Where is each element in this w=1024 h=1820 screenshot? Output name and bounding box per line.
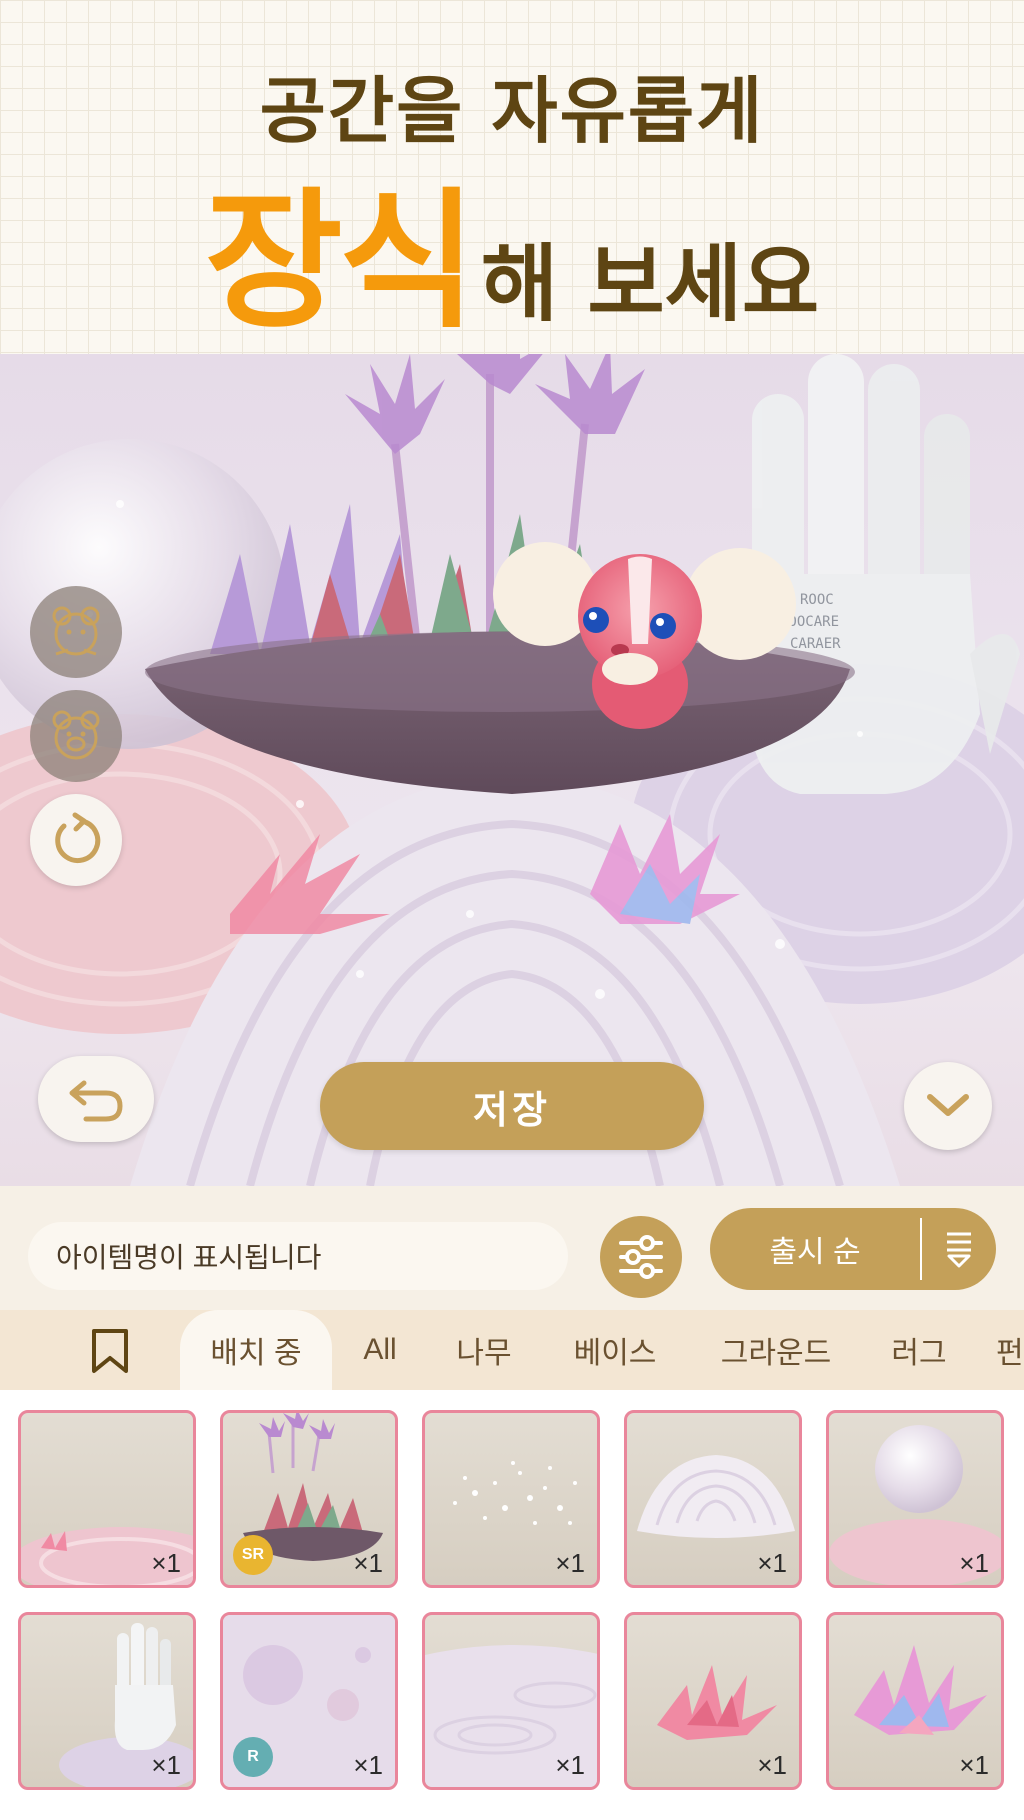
tab-all[interactable]: All bbox=[350, 1310, 410, 1390]
item-count: ×1 bbox=[555, 1750, 585, 1780]
bear-outline-icon bbox=[52, 710, 100, 760]
headline-rest: 해 보세요 bbox=[480, 235, 820, 333]
character-toggle-button[interactable] bbox=[30, 586, 122, 678]
rotate-icon bbox=[55, 812, 101, 864]
bookmark-tab[interactable] bbox=[90, 1328, 130, 1378]
item-name-display: 아이템명이 표시됩니다 bbox=[28, 1222, 568, 1290]
item-count: ×1 bbox=[959, 1750, 989, 1780]
item-count: ×1 bbox=[555, 1548, 585, 1578]
item-card[interactable]: ×1 bbox=[624, 1410, 802, 1588]
app-root: 공간을 자유롭게 장식해 보세요 ROOC MOOCARE CARAER 저장 … bbox=[0, 0, 1024, 1820]
sort-order-icon bbox=[947, 1232, 971, 1268]
item-card[interactable]: R ×1 bbox=[220, 1612, 398, 1790]
sort-order-toggle[interactable] bbox=[922, 1229, 996, 1269]
tab-ground[interactable]: 그라운드 bbox=[704, 1310, 848, 1390]
tab-more[interactable]: 펀 bbox=[996, 1310, 1024, 1390]
sliders-icon bbox=[619, 1235, 663, 1279]
tab-trees[interactable]: 나무 bbox=[442, 1310, 526, 1390]
item-card[interactable]: ×1 bbox=[826, 1612, 1004, 1790]
item-card[interactable]: ×1 bbox=[18, 1612, 196, 1790]
category-tabs: 배치 중 All 나무 베이스 그라운드 러그 펀 bbox=[0, 1310, 1024, 1390]
save-button[interactable]: 저장 bbox=[320, 1062, 704, 1150]
rotate-button[interactable] bbox=[30, 794, 122, 886]
character-pose-button[interactable] bbox=[30, 690, 122, 782]
item-card[interactable]: ×1 bbox=[18, 1410, 196, 1588]
item-card[interactable]: SR ×1 bbox=[220, 1410, 398, 1588]
tab-placed[interactable]: 배치 중 bbox=[180, 1310, 332, 1390]
item-count: ×1 bbox=[757, 1750, 787, 1780]
sort-button[interactable]: 출시 순 bbox=[710, 1208, 996, 1290]
item-count: ×1 bbox=[353, 1548, 383, 1578]
item-card[interactable]: ×1 bbox=[826, 1410, 1004, 1588]
promo-header: 공간을 자유롭게 장식해 보세요 bbox=[0, 0, 1024, 354]
collapse-panel-button[interactable] bbox=[904, 1062, 992, 1150]
decoration-scene[interactable]: ROOC MOOCARE CARAER 저장 bbox=[0, 354, 1024, 1186]
item-card[interactable]: ×1 bbox=[422, 1410, 600, 1588]
filter-button[interactable] bbox=[600, 1216, 682, 1298]
item-count: ×1 bbox=[959, 1548, 989, 1578]
rarity-badge-sr: SR bbox=[233, 1535, 273, 1575]
rarity-badge-r: R bbox=[233, 1737, 273, 1777]
undo-icon bbox=[69, 1080, 123, 1122]
svg-text:ROOC: ROOC bbox=[800, 592, 834, 608]
undo-button[interactable] bbox=[38, 1056, 154, 1142]
svg-text:CARAER: CARAER bbox=[790, 636, 841, 652]
item-count: ×1 bbox=[151, 1750, 181, 1780]
bear-outline-icon bbox=[52, 606, 100, 656]
tab-base[interactable]: 베이스 bbox=[558, 1310, 672, 1390]
item-grid: ×1 SR ×1 ×1 ×1 ×1 ×1 R ×1 ×1 ×1 ×1 bbox=[0, 1390, 1024, 1820]
item-card[interactable]: ×1 bbox=[422, 1612, 600, 1790]
item-card[interactable]: ×1 bbox=[624, 1612, 802, 1790]
headline-line2: 장식해 보세요 bbox=[0, 140, 1024, 357]
sort-label: 출시 순 bbox=[769, 1236, 861, 1269]
bookmark-icon bbox=[92, 1329, 128, 1373]
headline-emphasis: 장식 bbox=[204, 175, 477, 349]
item-controls-bar: 아이템명이 표시됩니다 출시 순 bbox=[0, 1186, 1024, 1310]
item-count: ×1 bbox=[353, 1750, 383, 1780]
tab-rug[interactable]: 러그 bbox=[876, 1310, 962, 1390]
item-count: ×1 bbox=[757, 1548, 787, 1578]
item-count: ×1 bbox=[151, 1548, 181, 1578]
chevron-down-icon bbox=[927, 1094, 969, 1116]
